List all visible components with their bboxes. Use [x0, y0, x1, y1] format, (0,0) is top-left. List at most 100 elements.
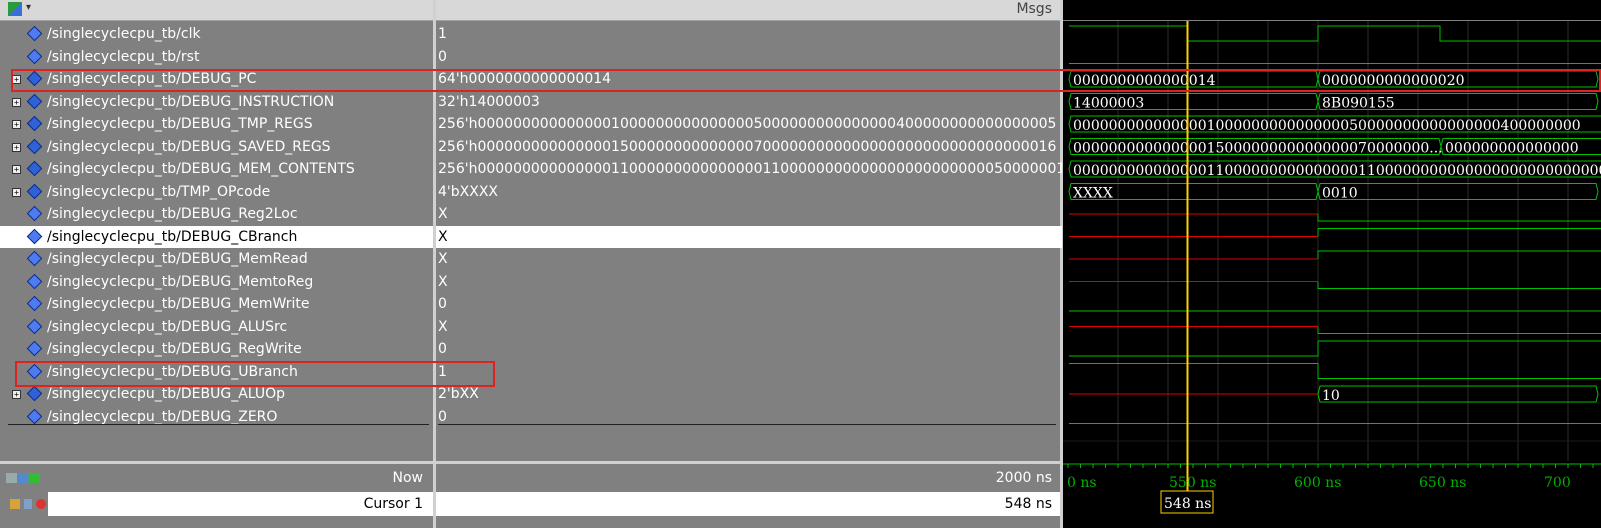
highlight-box-debug-ubranch [15, 361, 495, 387]
cursor-value: 548 ns [1004, 496, 1052, 512]
signal-wave-after [1317, 250, 1601, 259]
signal-name: /singlecyclecpu_tb/DEBUG_RegWrite [47, 341, 302, 357]
mem-contents-label: 0000000000000001100000000000000011000000… [1073, 163, 1601, 179]
signal-diamond-icon [26, 93, 43, 109]
expand-icon[interactable]: + [12, 165, 21, 174]
signal-diamond-icon [26, 115, 43, 132]
time-values-pane: 2000 ns 548 ns [436, 464, 1060, 528]
signal-diamond-icon [26, 340, 43, 357]
signal-name-row[interactable]: /singlecyclecpu_tb/DEBUG_Reg2Loc [0, 203, 433, 225]
signal-value[interactable]: 1 [436, 23, 1062, 45]
signal-name: /singlecyclecpu_tb/DEBUG_CBranch [47, 228, 298, 245]
waveform-canvas[interactable]: 0000000000000014 000000000000002014000003… [1063, 21, 1601, 528]
signal-name: /singlecyclecpu_tb/DEBUG_MemtoReg [47, 273, 314, 290]
signal-value[interactable]: X [436, 225, 1062, 248]
signal-diamond-icon [26, 205, 43, 222]
signal-diamond-icon [26, 408, 43, 424]
signal-name: /singlecyclecpu_tb/DEBUG_MEM_CONTENTS [47, 161, 355, 177]
expand-icon[interactable]: + [12, 120, 21, 129]
signal-value[interactable]: 2'bXX [436, 383, 1062, 405]
signal-value[interactable]: X [436, 248, 1062, 270]
now-label: Now [392, 470, 424, 486]
ubranch-wave [1069, 363, 1601, 379]
signal-value[interactable]: 0 [436, 46, 1062, 68]
signal-name-row[interactable]: /singlecyclecpu_tb/DEBUG_ALUSrc [0, 316, 433, 338]
signal-name: /singlecyclecpu_tb/DEBUG_INSTRUCTION [47, 93, 335, 110]
timeline-label: 550 ns [1169, 475, 1216, 491]
lock-icon[interactable] [10, 499, 20, 509]
cursor-label: Cursor 1 [363, 496, 423, 512]
signal-name-row[interactable]: + /singlecyclecpu_tb/DEBUG_MEM_CONTENTS [0, 158, 433, 180]
now-row: Now [0, 466, 433, 490]
signal-diamond-icon [26, 295, 43, 312]
expand-icon[interactable]: + [12, 390, 21, 399]
time-labels-pane: Now Cursor 1 [0, 464, 433, 528]
expand-icon[interactable]: + [12, 97, 21, 107]
highlight-box-debug-pc [11, 69, 1601, 92]
signal-diamond-icon [26, 25, 43, 42]
signal-value[interactable]: 32'h14000003 [436, 91, 1062, 113]
signal-diamond-icon [26, 138, 43, 154]
signal-name-row[interactable]: /singlecyclecpu_tb/rst [0, 46, 433, 68]
signal-name: /singlecyclecpu_tb/DEBUG_ALUSrc [47, 318, 288, 335]
wave-toolbar-icon[interactable] [8, 2, 22, 16]
cursor-flag-label: 548 ns [1164, 496, 1211, 512]
signal-name-row[interactable]: /singlecyclecpu_tb/DEBUG_MemtoReg [0, 271, 433, 293]
chevron-down-icon[interactable]: ▾ [26, 2, 31, 13]
signal-value[interactable]: 256'h00000000000000010000000000000005000… [436, 113, 1062, 135]
signal-name-row[interactable]: /singlecyclecpu_tb/DEBUG_RegWrite [0, 338, 433, 360]
signal-name: /singlecyclecpu_tb/DEBUG_TMP_REGS [47, 116, 313, 132]
signal-name-row[interactable]: /singlecyclecpu_tb/DEBUG_MemWrite [0, 293, 433, 315]
signal-value[interactable]: 4'bXXXX [436, 181, 1062, 203]
signal-diamond-icon [26, 273, 43, 289]
signal-name-row[interactable]: /singlecyclecpu_tb/clk [0, 23, 433, 45]
signal-value[interactable]: 256'h00000000000000011000000000000000110… [436, 158, 1062, 180]
now-value-row: 2000 ns [436, 466, 1060, 490]
signal-name-row[interactable]: /singlecyclecpu_tb/DEBUG_MemRead [0, 248, 433, 270]
cursor-value-row: 548 ns [436, 492, 1060, 516]
signal-name-row[interactable]: + /singlecyclecpu_tb/TMP_OPcode [0, 181, 433, 203]
signal-name: /singlecyclecpu_tb/TMP_OPcode [47, 183, 271, 200]
signal-name: /singlecyclecpu_tb/DEBUG_MemWrite [47, 296, 310, 312]
signal-wave-after [1317, 228, 1601, 237]
saved-regs-a-label: 0000000000000001500000000000000070000000… [1073, 141, 1443, 157]
timeline-label: 700 [1544, 475, 1571, 491]
signal-wave-after [1317, 281, 1601, 289]
signal-diamond-icon [26, 183, 43, 199]
waveform-pane[interactable]: 0000000000000014 0000000000000020 14000003… [1063, 21, 1601, 528]
remove-cursor-icon[interactable] [36, 499, 46, 509]
pencil-icon[interactable] [24, 499, 32, 509]
signal-value[interactable]: 0 [436, 293, 1062, 315]
list-end-line [8, 424, 429, 425]
signal-value[interactable]: 0 [436, 338, 1062, 360]
signal-name: /singlecyclecpu_tb/DEBUG_SAVED_REGS [47, 138, 331, 155]
signal-name-row[interactable]: + /singlecyclecpu_tb/DEBUG_TMP_REGS [0, 113, 433, 135]
cursor-name-field[interactable]: Cursor 1 [48, 492, 433, 516]
signal-diamond-icon [26, 318, 43, 334]
cursor-row[interactable]: Cursor 1 [0, 492, 433, 516]
signal-wave-after [1317, 214, 1601, 222]
expand-icon[interactable]: + [12, 142, 21, 152]
saved-regs-b-label: 000000000000000 [1445, 141, 1579, 157]
list-end-line [438, 424, 1056, 425]
signal-value[interactable]: X [436, 271, 1062, 293]
signal-name-row[interactable]: + /singlecyclecpu_tb/DEBUG_SAVED_REGS [0, 136, 433, 158]
now-toolbar-icons[interactable] [6, 473, 40, 483]
signal-value[interactable]: 256'h00000000000000015000000000000007000… [436, 136, 1062, 158]
signal-name-row[interactable]: + /singlecyclecpu_tb/DEBUG_INSTRUCTION [0, 91, 433, 113]
signal-value[interactable]: X [436, 203, 1062, 225]
clk-wave [1069, 25, 1601, 42]
signal-value[interactable]: X [436, 316, 1062, 338]
signal-diamond-icon [26, 385, 43, 402]
signal-diamond-icon [26, 48, 43, 64]
expand-icon[interactable]: + [12, 187, 21, 197]
signal-name: /singlecyclecpu_tb/DEBUG_MemRead [47, 251, 308, 267]
signal-name-row[interactable]: /singlecyclecpu_tb/DEBUG_CBranch [0, 225, 433, 248]
signal-value[interactable]: 1 [436, 361, 1062, 383]
signal-wave-after [1317, 326, 1601, 334]
signal-name: /singlecyclecpu_tb/DEBUG_Reg2Loc [47, 206, 298, 222]
instr-b-label: 8B090155 [1322, 96, 1395, 112]
signal-diamond-icon [26, 228, 43, 244]
opcode-a-label: XXXX [1073, 186, 1113, 202]
aluop-b-label: 10 [1322, 388, 1340, 404]
